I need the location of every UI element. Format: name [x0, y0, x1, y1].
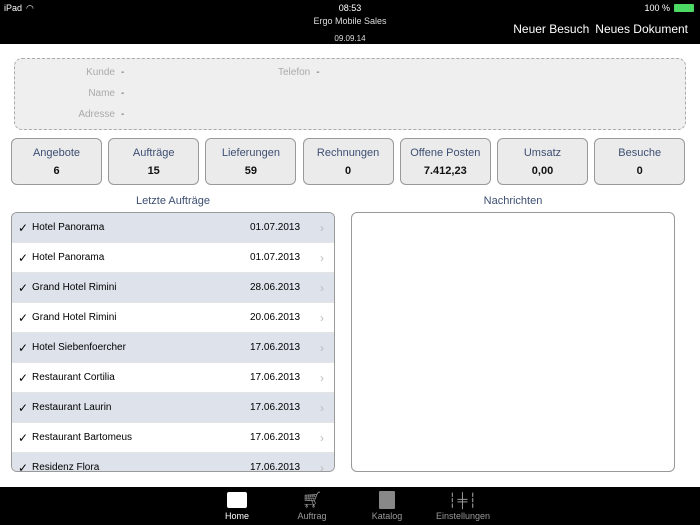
stat-value: 0,00	[531, 165, 554, 177]
stat-card-umsatz[interactable]: Umsatz 0,00	[497, 138, 588, 185]
tab-label: Home	[224, 511, 249, 521]
cart-icon: 🛒︎	[301, 492, 323, 509]
battery-label: 100 %	[644, 3, 670, 13]
kunde-label: Kunde	[86, 67, 115, 78]
order-date: 17.06.2013	[250, 462, 301, 472]
order-row[interactable]: ✓ Grand Hotel Rimini 20.06.2013 ›	[12, 303, 334, 333]
chevron-right-icon: ›	[320, 340, 324, 355]
stat-label: Rechnungen	[316, 147, 380, 159]
order-date: 17.06.2013	[250, 342, 301, 353]
order-customer: Hotel Panorama	[32, 252, 105, 263]
order-customer: Grand Hotel Rimini	[32, 282, 117, 293]
check-icon: ✓	[18, 310, 29, 325]
chevron-right-icon: ›	[320, 220, 324, 235]
tab-katalog[interactable]: Katalog	[352, 489, 422, 521]
order-customer: Residenz Flora	[32, 462, 100, 472]
adresse-label: Adresse	[78, 109, 115, 120]
messages-panel	[351, 212, 675, 472]
order-customer: Restaurant Bartomeus	[32, 432, 133, 443]
tab-auftrag[interactable]: 🛒︎ Auftrag	[277, 489, 347, 521]
name-label: Name	[88, 88, 115, 99]
messages-title: Nachrichten	[483, 195, 543, 207]
orders-list[interactable]: ✓ Hotel Panorama 01.07.2013 › ✓ Hotel Panoram…	[11, 212, 335, 472]
order-date: 17.06.2013	[250, 432, 301, 443]
order-row[interactable]: ✓ Hotel Panorama 01.07.2013 ›	[12, 243, 334, 273]
check-icon: ✓	[18, 220, 29, 235]
battery-icon	[674, 4, 694, 12]
adresse-value: -	[121, 109, 125, 120]
stat-value: 0	[636, 165, 643, 177]
tab-bar: Home 🛒︎ Auftrag Katalog ┆╪┆ Einstellunge…	[0, 487, 700, 525]
chevron-right-icon: ›	[320, 400, 324, 415]
check-icon: ✓	[18, 460, 29, 472]
stat-value: 0	[345, 165, 352, 177]
check-icon: ✓	[18, 340, 29, 355]
stat-label: Lieferungen	[221, 147, 280, 159]
stat-value: 59	[244, 165, 258, 177]
stat-card-besuche[interactable]: Besuche 0	[594, 138, 686, 185]
name-value: -	[121, 88, 125, 99]
order-customer: Restaurant Laurin	[32, 402, 112, 413]
order-row[interactable]: ✓ Restaurant Bartomeus 17.06.2013 ›	[12, 423, 334, 453]
order-date: 20.06.2013	[250, 312, 301, 323]
kunde-value: -	[121, 67, 125, 78]
tab-home[interactable]: Home	[202, 489, 272, 521]
check-icon: ✓	[18, 430, 29, 445]
telefon-value: -	[316, 67, 320, 78]
stat-label: Aufträge	[132, 147, 175, 159]
stat-label: Angebote	[32, 147, 81, 159]
stat-label: Umsatz	[523, 147, 562, 159]
tab-label: Auftrag	[297, 511, 327, 521]
stat-value: 15	[147, 165, 160, 177]
check-icon: ✓	[18, 280, 29, 295]
order-date: 17.06.2013	[250, 372, 301, 383]
stat-card-angebote[interactable]: Angebote 6	[11, 138, 102, 185]
telefon-label: Telefon	[278, 67, 311, 78]
stat-value: 7.412,23	[423, 165, 467, 177]
order-customer: Hotel Panorama	[32, 222, 105, 233]
clock: 08:53	[338, 3, 362, 13]
tab-label: Einstellungen	[435, 511, 491, 521]
book-icon	[379, 491, 395, 509]
check-icon: ✓	[18, 250, 29, 265]
order-date: 28.06.2013	[250, 282, 301, 293]
order-row[interactable]: ✓ Hotel Siebenfoercher 17.06.2013 ›	[12, 333, 334, 363]
check-icon: ✓	[18, 370, 29, 385]
stat-label: Besuche	[618, 147, 662, 159]
tab-einstellungen[interactable]: ┆╪┆ Einstellungen	[428, 489, 498, 522]
check-icon: ✓	[18, 400, 29, 415]
order-customer: Restaurant Cortilia	[32, 372, 115, 383]
order-row[interactable]: ✓ Restaurant Cortilia 17.06.2013 ›	[12, 363, 334, 393]
chevron-right-icon: ›	[320, 280, 324, 295]
home-icon	[227, 492, 247, 508]
new-document-button[interactable]: Neues Dokument	[595, 22, 688, 36]
order-row[interactable]: ✓ Hotel Panorama 01.07.2013 ›	[12, 213, 334, 243]
order-date: 01.07.2013	[250, 252, 301, 263]
new-visit-button[interactable]: Neuer Besuch	[513, 22, 589, 36]
customer-panel: Kunde - Name - Adresse - Telefon -	[14, 58, 686, 130]
order-customer: Hotel Siebenfoercher	[32, 342, 126, 353]
stat-card-offene-posten[interactable]: Offene Posten 7.412,23	[399, 138, 491, 185]
chevron-right-icon: ›	[320, 370, 324, 385]
stat-card-lieferungen[interactable]: Lieferungen 59	[205, 138, 297, 185]
chevron-right-icon: ›	[320, 310, 324, 325]
tab-label: Katalog	[371, 511, 403, 521]
order-row[interactable]: ✓ Residenz Flora 17.06.2013 ›	[12, 453, 334, 472]
order-row[interactable]: ✓ Grand Hotel Rimini 28.06.2013 ›	[12, 273, 334, 303]
sliders-icon: ┆╪┆	[448, 491, 478, 508]
stat-card-rechnungen[interactable]: Rechnungen 0	[302, 138, 394, 185]
order-customer: Grand Hotel Rimini	[32, 312, 117, 323]
chevron-right-icon: ›	[320, 250, 324, 265]
chevron-right-icon: ›	[320, 430, 324, 445]
order-date: 17.06.2013	[250, 402, 301, 413]
stat-card-aufträge[interactable]: Aufträge 15	[108, 138, 200, 185]
order-date: 01.07.2013	[250, 222, 301, 233]
stat-value: 6	[53, 165, 60, 177]
order-row[interactable]: ✓ Restaurant Laurin 17.06.2013 ›	[12, 393, 334, 423]
stat-label: Offene Posten	[410, 147, 481, 159]
top-bar: iPad ◠ 08:53 100 % Ergo Mobile Sales 09.…	[0, 0, 700, 44]
chevron-right-icon: ›	[320, 460, 324, 472]
orders-title: Letzte Aufträge	[136, 195, 210, 207]
